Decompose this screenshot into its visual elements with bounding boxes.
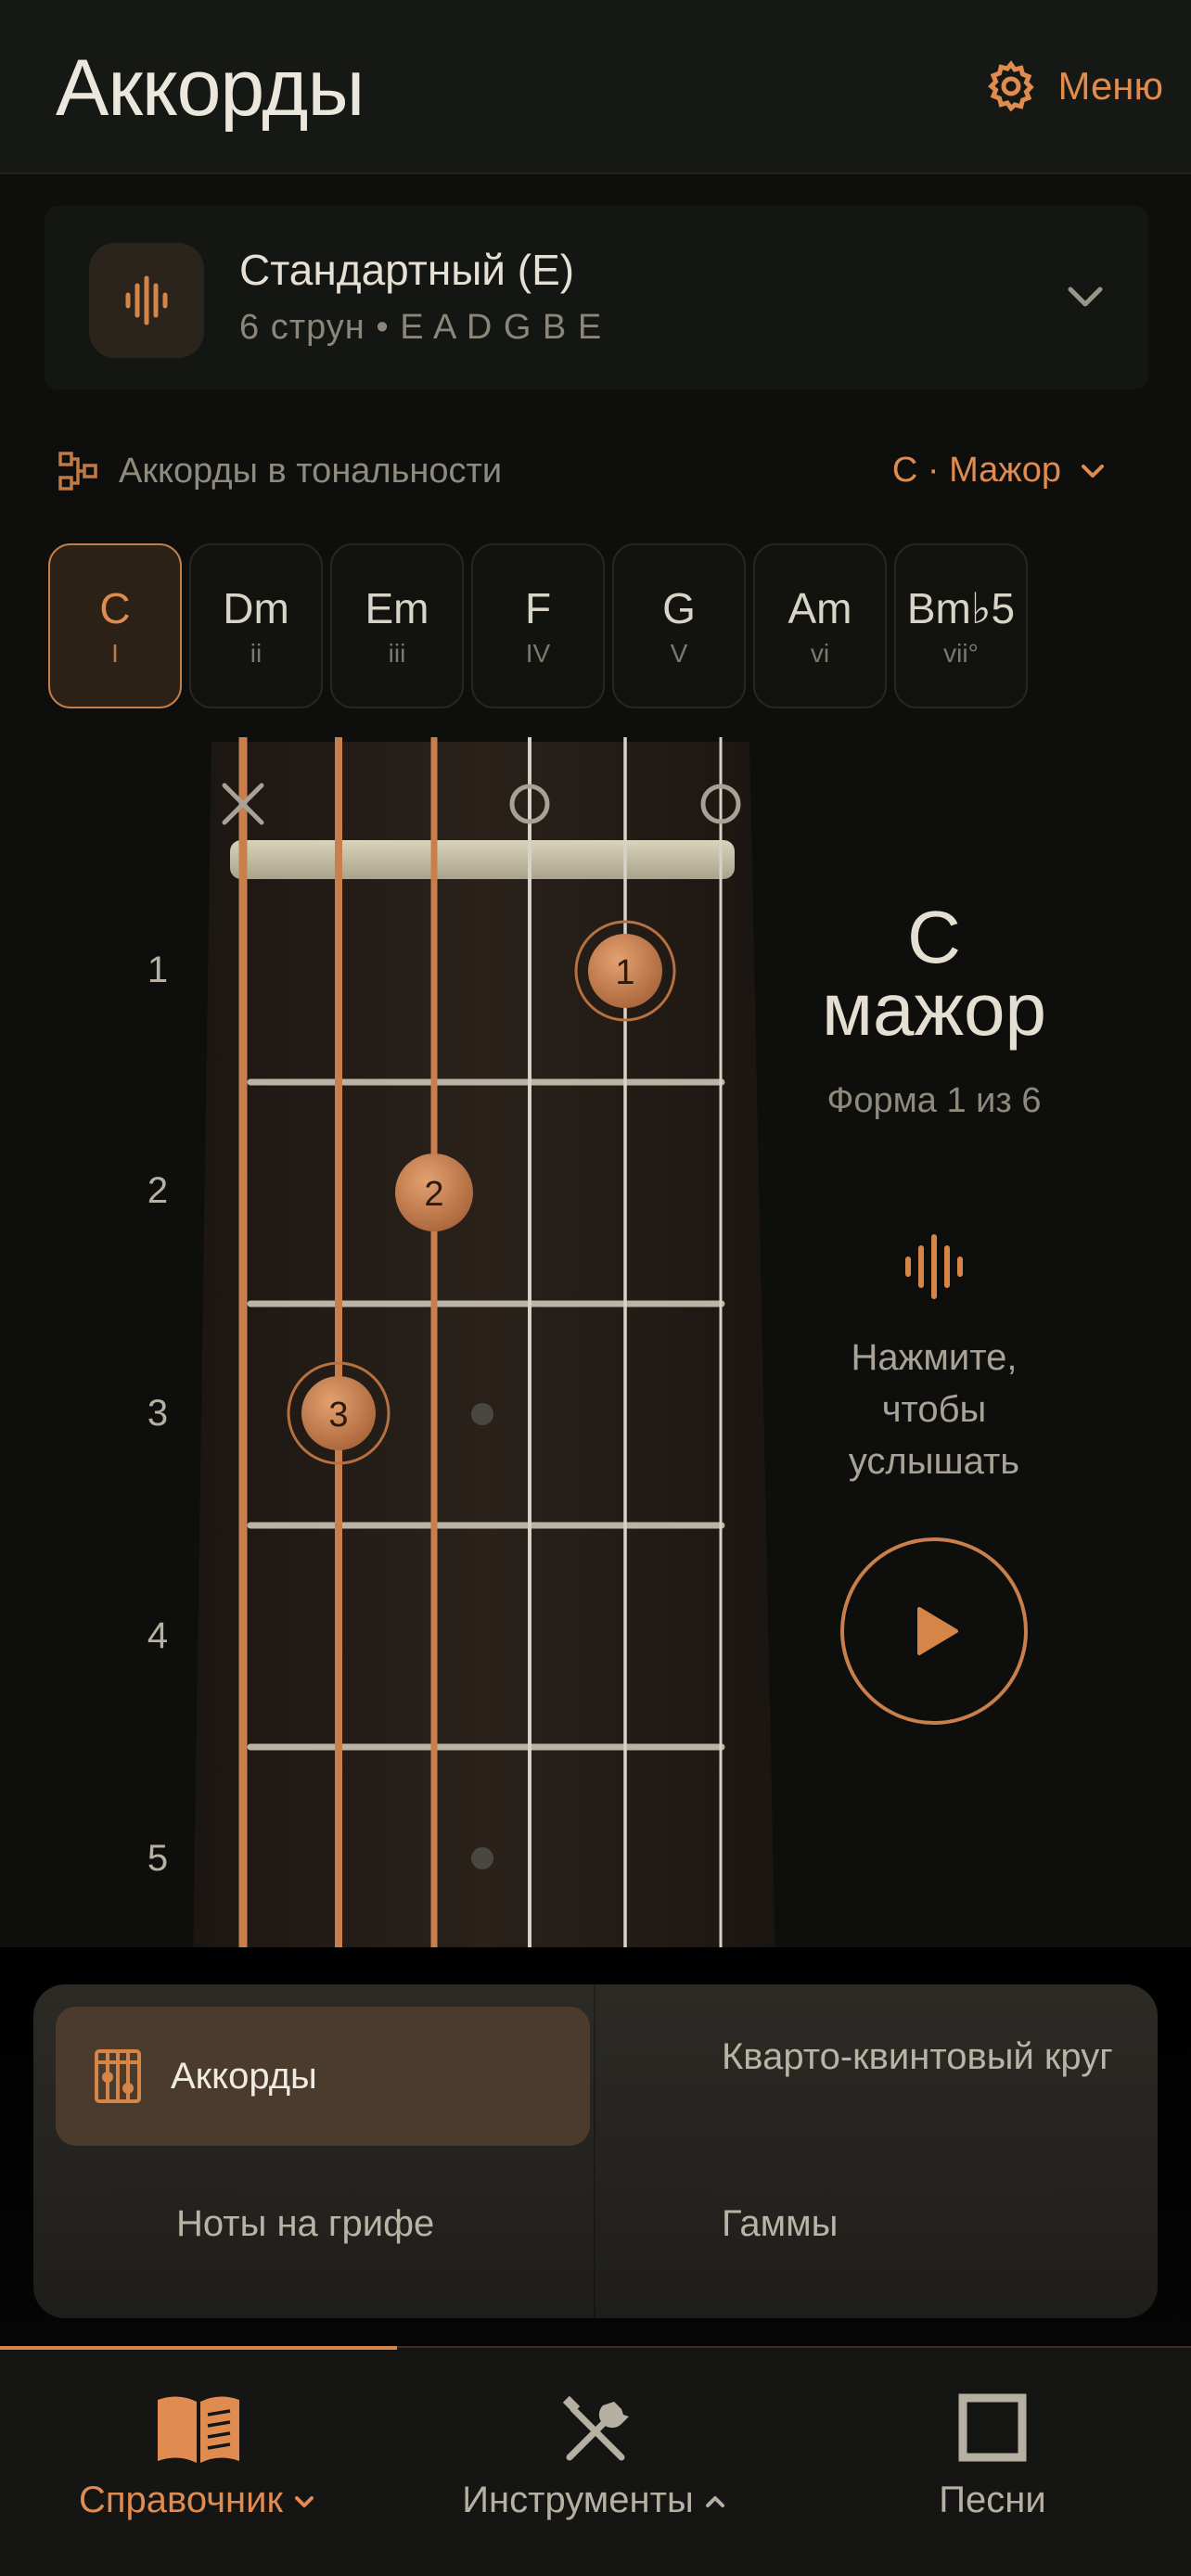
tool-item-circle-of-fifths[interactable]: Кварто-квинтовый круг xyxy=(722,2036,1130,2077)
finger-position-2[interactable]: 2 xyxy=(395,1154,473,1231)
fretboard[interactable]: 1 2 3 xyxy=(186,737,798,1970)
tool-item-scales[interactable]: Гаммы xyxy=(722,2203,838,2245)
chord-chip-degree: V xyxy=(670,639,688,668)
chord-chip-bmb5[interactable]: Bm♭5 vii° xyxy=(894,543,1028,708)
tool-item-label: Аккорды xyxy=(171,2055,317,2097)
finger-number: 3 xyxy=(328,1396,348,1435)
fret-number: 4 xyxy=(147,1615,169,1656)
chord-chip-em[interactable]: Em iii xyxy=(330,543,464,708)
tab-label: Справочник xyxy=(0,2480,397,2521)
play-icon xyxy=(917,1607,958,1655)
inlay-dot xyxy=(471,1403,493,1425)
chord-chip-degree: IV xyxy=(525,639,551,668)
tools-icon xyxy=(562,2395,629,2461)
chord-chip-name: Bm♭5 xyxy=(906,584,1016,632)
chord-chip-c[interactable]: C I xyxy=(48,543,182,708)
square-icon xyxy=(958,2393,1027,2462)
chord-chip-f[interactable]: F IV xyxy=(471,543,605,708)
fret-number: 2 xyxy=(147,1170,169,1211)
fret-number: 3 xyxy=(147,1393,169,1434)
chevron-down-icon xyxy=(1068,287,1103,307)
app-header: Аккорды Меню xyxy=(0,0,1191,174)
chord-chip-name: C xyxy=(99,584,131,632)
chevron-down-icon xyxy=(1082,464,1104,478)
chevron-down-icon xyxy=(294,2496,314,2508)
tuning-selector[interactable]: Стандартный (E) 6 струн • E A D G B E xyxy=(45,206,1148,389)
tab-songs[interactable]: Песни xyxy=(794,2348,1191,2576)
chord-chip-degree: iii xyxy=(388,639,406,668)
chord-chip-degree: vi xyxy=(810,639,830,668)
chord-chip-name: Em xyxy=(365,584,429,632)
book-icon xyxy=(158,2396,239,2463)
tool-item-fretboard-notes[interactable]: Ноты на грифе xyxy=(176,2203,434,2245)
tab-tools-label: Инструменты xyxy=(462,2480,694,2520)
chord-chip-dm[interactable]: Dm ii xyxy=(189,543,323,708)
chord-chip-name: Am xyxy=(788,584,852,632)
bottom-tab-bar: Справочник Инструменты Песни xyxy=(0,2346,1191,2576)
finger-number: 1 xyxy=(615,953,634,992)
page-title: Аккорды xyxy=(56,44,365,133)
tab-reference-label: Справочник xyxy=(79,2480,283,2520)
chord-chip-name: F xyxy=(524,584,552,632)
chevron-up-icon xyxy=(705,2496,724,2508)
tab-songs-label: Песни xyxy=(939,2480,1046,2520)
tool-item-chords[interactable]: Аккорды xyxy=(56,2007,590,2146)
chord-chip-degree: I xyxy=(111,639,119,668)
menu-label: Меню xyxy=(1057,64,1163,108)
fretboard-neck xyxy=(193,742,775,1970)
gear-icon xyxy=(988,60,1035,112)
chord-shape-label: Форма 1 из 6 xyxy=(826,1081,1042,1120)
listen-hint: Нажмите, чтобы услышать xyxy=(848,1337,1020,1482)
menu-button[interactable]: Меню xyxy=(983,54,1163,119)
chord-title-root: C xyxy=(907,896,961,978)
hierarchy-icon xyxy=(58,452,97,491)
chord-chip-name: Dm xyxy=(223,584,289,632)
tab-label: Инструменты xyxy=(397,2480,794,2521)
fretboard-icon xyxy=(95,2049,141,2103)
chord-title: C мажор xyxy=(788,896,1080,1051)
finger-number: 2 xyxy=(424,1175,443,1214)
tuning-name: Стандартный (E) xyxy=(239,246,575,294)
chord-title-quality: мажор xyxy=(822,968,1046,1051)
inlay-dot xyxy=(471,1847,493,1869)
key-chords-text: Аккорды в тональности xyxy=(119,451,503,491)
key-select-value: C · Мажор xyxy=(891,451,1061,490)
tab-reference[interactable]: Справочник xyxy=(0,2348,397,2576)
chord-chip-degree: ii xyxy=(250,639,263,668)
chord-chip-name: G xyxy=(662,584,696,632)
fret-number: 1 xyxy=(147,950,169,990)
waveform-icon xyxy=(125,275,168,325)
tools-popup: Аккорды Кварто-квинтовый круг Ноты на гр… xyxy=(33,1984,1158,2318)
finger-position-3[interactable]: 3 xyxy=(287,1361,391,1465)
tuning-icon-box xyxy=(89,243,204,358)
chord-chip-g[interactable]: G V xyxy=(612,543,746,708)
chord-chip-am[interactable]: Am vi xyxy=(753,543,887,708)
tuning-strings: 6 струн • E A D G B E xyxy=(239,308,603,347)
play-button[interactable] xyxy=(840,1537,1028,1725)
nut xyxy=(230,840,735,879)
key-select-dropdown[interactable]: C · Мажор xyxy=(892,451,1109,491)
waveform-icon xyxy=(905,1234,963,1299)
chord-chip-degree: vii° xyxy=(943,639,979,668)
tab-tools[interactable]: Инструменты xyxy=(397,2348,794,2576)
key-chords-label: Аккорды в тональности xyxy=(58,451,502,491)
finger-position-1[interactable]: 1 xyxy=(574,920,676,1022)
popup-divider xyxy=(594,1984,596,2318)
fret-number: 5 xyxy=(147,1838,169,1879)
